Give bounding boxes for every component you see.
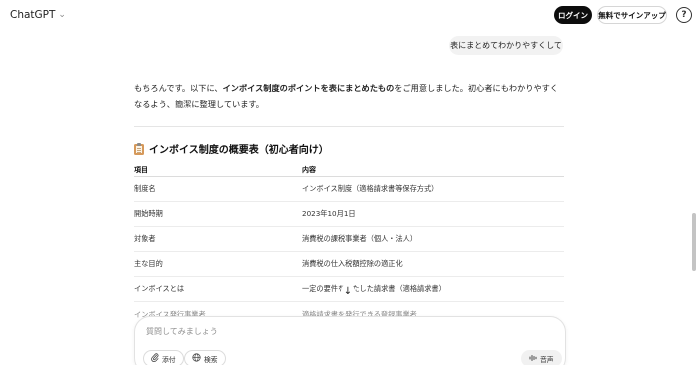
message-composer: 質問してみましょう 添付 検索 音声 xyxy=(134,316,566,365)
paperclip-icon xyxy=(151,353,159,364)
intro-text-before: もちろんです。以下に、 xyxy=(134,83,223,93)
table-row: 制度名 インボイス制度（適格請求書等保存方式） xyxy=(134,177,564,202)
scroll-down-arrow-icon[interactable]: ↓ xyxy=(341,284,355,298)
login-button[interactable]: ログイン xyxy=(554,6,592,24)
table-header-cell: 内容 xyxy=(302,166,316,174)
assistant-intro-text: もちろんです。以下に、インボイス制度のポイントを表にまとめたものをご用意しました… xyxy=(134,80,566,112)
attach-label: 添付 xyxy=(162,355,176,364)
scrollbar-thumb[interactable] xyxy=(692,213,696,271)
divider xyxy=(134,126,564,127)
table-cell: インボイスとは xyxy=(134,284,185,293)
table-cell: 2023年10月1日 xyxy=(302,209,356,218)
chevron-down-icon: ⌄ xyxy=(58,9,66,20)
signup-button[interactable]: 無料でサインアップ xyxy=(597,6,667,24)
model-selector[interactable]: ChatGPT ⌄ xyxy=(10,9,66,21)
table-row: 開始時期 2023年10月1日 xyxy=(134,202,564,227)
voice-label: 音声 xyxy=(540,355,554,364)
table-row: 主な目的 消費税の仕入税額控除の適正化 xyxy=(134,252,564,277)
table-cell: 消費税の課税事業者（個人・法人） xyxy=(302,234,418,243)
message-input[interactable]: 質問してみましょう xyxy=(146,326,218,337)
user-message-bubble: 表にまとめてわかりやすくして xyxy=(449,36,563,55)
table-header-row: 項目 内容 xyxy=(134,165,564,177)
table-cell: 対象者 xyxy=(134,234,156,243)
waveform-icon xyxy=(529,354,537,364)
table-cell: インボイス制度（適格請求書等保存方式） xyxy=(302,184,439,193)
globe-icon xyxy=(192,353,201,364)
table-cell: 消費税の仕入税額控除の適正化 xyxy=(302,259,403,268)
table-header-cell: 項目 xyxy=(134,166,148,174)
voice-button[interactable]: 音声 xyxy=(521,350,562,365)
intro-text-bold: インボイス制度のポイントを表にまとめたもの xyxy=(222,83,395,93)
section-title-text: インボイス制度の概要表（初心者向け） xyxy=(149,145,329,156)
brand-label: ChatGPT xyxy=(10,9,56,21)
table-cell: 開始時期 xyxy=(134,209,163,218)
table-row: 対象者 消費税の課税事業者（個人・法人） xyxy=(134,227,564,252)
search-label: 検索 xyxy=(204,355,218,364)
attach-button[interactable]: 添付 xyxy=(143,350,184,365)
table-cell: 制度名 xyxy=(134,184,156,193)
clipboard-icon xyxy=(134,142,144,155)
help-icon[interactable]: ? xyxy=(676,7,692,23)
top-bar: ChatGPT ⌄ ログイン 無料でサインアップ ? xyxy=(0,0,698,30)
table-cell: 主な目的 xyxy=(134,259,163,268)
search-button[interactable]: 検索 xyxy=(184,350,226,365)
section-title: インボイス制度の概要表（初心者向け） xyxy=(134,141,329,156)
